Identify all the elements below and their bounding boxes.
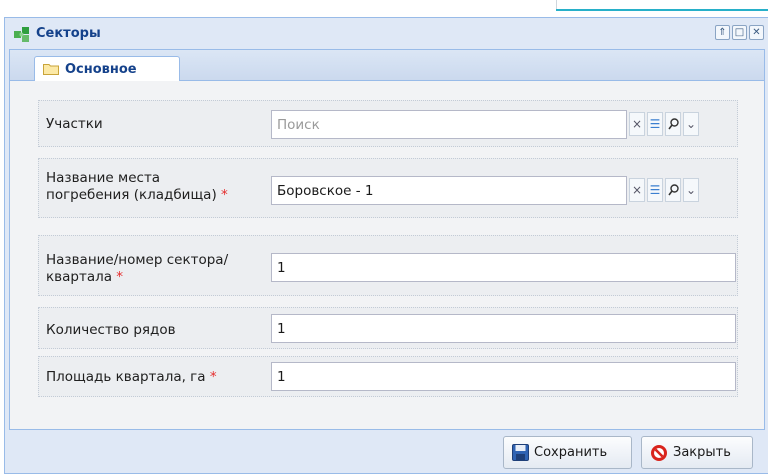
field-label: Название/номер сектора/ квартала * [46,252,228,286]
field-row-uchastki: Участки Поиск × ☰ ⌄ [38,100,738,147]
kladbishe-input[interactable]: Боровское - 1 [271,176,627,205]
chevron-down-icon[interactable]: ⌄ [683,112,699,136]
search-icon[interactable] [665,178,681,202]
close-button-label: Закрыть [673,445,731,460]
window-tools: ⇑ □ ✕ [715,25,764,40]
sektor-input[interactable]: 1 [271,253,736,282]
close-icon[interactable]: ✕ [749,25,764,40]
field-label-line2: погребения (кладбища) [46,187,217,203]
top-accent-line [556,9,768,11]
field-label: Участки [46,116,103,132]
field-row-ryady: Количество рядов 1 [38,307,738,349]
ploshad-input[interactable]: 1 [271,362,736,391]
uchastki-triggers: × ☰ ⌄ [629,112,699,136]
window-footer: Сохранить Закрыть [5,430,768,475]
tab-osnovnoe[interactable]: Основное [34,56,180,81]
prohibited-icon [651,444,667,461]
ryady-input[interactable]: 1 [271,314,736,343]
field-label: Название места погребения (кладбища) * [46,170,228,204]
field-label: Площадь квартала, га * [46,369,217,386]
clear-icon[interactable]: × [629,112,645,136]
uchastki-input[interactable]: Поиск [271,110,627,139]
field-label-line1: Название/номер сектора/ [46,252,229,268]
collapse-icon[interactable]: ⇑ [715,25,730,40]
list-icon[interactable]: ☰ [647,112,663,136]
puzzle-icon [14,26,29,42]
floppy-disk-icon [512,444,529,461]
tab-label: Основное [65,61,137,77]
required-mark: * [209,369,217,385]
field-row-ploshad: Площадь квартала, га * 1 [38,356,738,397]
clear-icon[interactable]: × [629,178,645,202]
tab-strip: Основное [10,50,764,81]
top-divider [556,0,557,9]
field-label-text: Площадь квартала, га [46,369,206,385]
field-row-sektor: Название/номер сектора/ квартала * 1 [38,235,738,296]
sectors-window: Секторы ⇑ □ ✕ Основное Участки Поиск × ☰ [4,17,768,474]
field-label: Количество рядов [46,322,176,338]
save-button[interactable]: Сохранить [503,436,632,469]
chevron-down-icon[interactable]: ⌄ [683,178,699,202]
folder-icon [43,64,59,75]
list-icon[interactable]: ☰ [647,178,663,202]
field-row-kladbishe: Название места погребения (кладбища) * Б… [38,158,738,218]
required-mark: * [116,269,124,285]
maximize-icon[interactable]: □ [732,25,747,40]
close-button[interactable]: Закрыть [641,436,753,469]
window-title: Секторы [36,26,101,41]
kladbishe-triggers: × ☰ ⌄ [629,178,699,202]
window-titlebar[interactable]: Секторы ⇑ □ ✕ [5,18,768,49]
field-label-line1: Название места [46,170,161,186]
field-label-line2: квартала [46,269,112,285]
save-button-label: Сохранить [534,445,608,460]
search-icon[interactable] [665,112,681,136]
form-panel: Основное Участки Поиск × ☰ ⌄ Название ме… [9,49,765,430]
required-mark: * [221,187,228,203]
